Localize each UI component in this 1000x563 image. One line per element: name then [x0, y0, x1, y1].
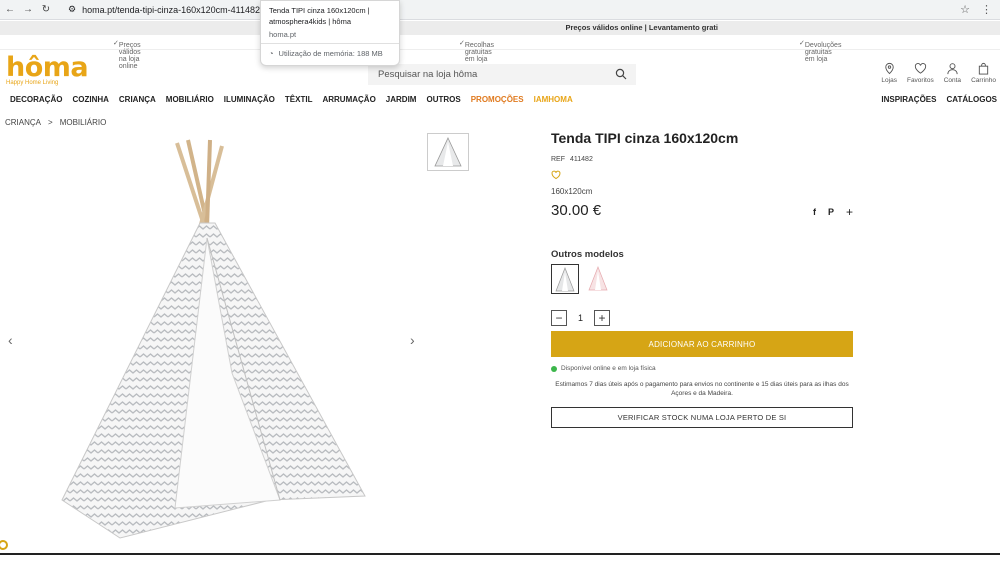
- quantity-stepper: − 1 +: [551, 310, 610, 326]
- product-ref: REF 411482: [551, 156, 593, 163]
- quantity-value[interactable]: 1: [567, 313, 594, 323]
- add-to-cart-button[interactable]: ADICIONAR AO CARRINHO: [551, 331, 853, 357]
- breadcrumb-crianca[interactable]: CRIANÇA: [5, 118, 41, 127]
- nav-item-mobiliario[interactable]: MOBILIÁRIO: [166, 95, 214, 104]
- user-icon: [947, 63, 958, 75]
- nav-item-inspiracoes[interactable]: INSPIRAÇÕES: [881, 95, 936, 104]
- forward-icon[interactable]: →: [20, 4, 36, 15]
- stores-link[interactable]: Lojas: [881, 62, 897, 84]
- check-store-stock-button[interactable]: VERIFICAR STOCK NUMA LOJA PERTO DE SI: [551, 407, 853, 428]
- pinterest-icon[interactable]: P: [828, 207, 834, 217]
- heart-icon: [914, 63, 926, 74]
- main-nav: DECORAÇÃO COZINHA CRIANÇA MOBILIÁRIO ILU…: [0, 95, 1000, 107]
- product-details: Tenda TIPI cinza 160x120cm REF 411482 16…: [551, 130, 853, 428]
- model-option-pink[interactable]: [585, 264, 613, 294]
- nav-item-textil[interactable]: TÊXTIL: [285, 95, 313, 104]
- nav-item-arrumacao[interactable]: ARRUMAÇÃO: [322, 95, 375, 104]
- breadcrumb-separator: >: [48, 118, 53, 127]
- model-option-grey[interactable]: [551, 264, 579, 294]
- product-title: Tenda TIPI cinza 160x120cm: [551, 130, 739, 146]
- add-to-favorites-button[interactable]: [551, 167, 853, 180]
- cart-link[interactable]: Carrinho: [971, 62, 996, 84]
- search-icon[interactable]: [615, 68, 627, 80]
- benefits-bar: ✓ Preços válidos na loja online ✓ Recolh…: [0, 36, 1000, 70]
- nav-item-decoracao[interactable]: DECORAÇÃO: [10, 95, 62, 104]
- product-price: 30.00 €: [551, 202, 602, 219]
- product-size: 160x120cm: [551, 187, 593, 196]
- promo-bar: Preços válidos online | Levantamento gra…: [0, 21, 1000, 35]
- nav-item-iamhoma[interactable]: IAMHOMA: [534, 95, 573, 104]
- tab-title: Tenda TIPI cinza 160x120cm | atmosphera4…: [269, 6, 370, 26]
- memory-icon: ◔: [269, 49, 274, 58]
- address-bar[interactable]: ⚙ homa.pt/tenda-tipi-cinza-160x120cm-411…: [68, 4, 280, 15]
- memory-usage: ◔ Utilização de memória: 188 MB: [261, 43, 399, 58]
- url-text: homa.pt/tenda-tipi-cinza-160x120cm-41148…: [82, 4, 280, 15]
- next-image-arrow[interactable]: ›: [410, 332, 415, 348]
- breadcrumb-mobiliario[interactable]: MOBILIÁRIO: [60, 118, 107, 127]
- nav-item-outros[interactable]: OUTROS: [426, 95, 460, 104]
- delivery-estimate: Estimamos 7 dias úteis após o pagamento …: [555, 381, 849, 397]
- product-gallery: ‹ ›: [0, 128, 430, 553]
- other-models-label: Outros modelos: [551, 249, 624, 260]
- prev-image-arrow[interactable]: ‹: [8, 332, 13, 348]
- benefit-item: ✓ Recolhas gratuitas em loja: [459, 40, 495, 63]
- favorites-link[interactable]: Favoritos: [907, 62, 934, 84]
- tab-hover-card: Tenda TIPI cinza 160x120cm | atmosphera4…: [260, 0, 400, 66]
- search-input[interactable]: Pesquisar na loja hôma: [368, 64, 636, 85]
- heart-icon: [551, 170, 561, 180]
- page-bottom-divider: [0, 553, 1000, 563]
- facebook-icon[interactable]: f: [813, 207, 816, 217]
- site-info-icon[interactable]: ⚙: [68, 4, 76, 15]
- back-icon[interactable]: ←: [2, 4, 18, 15]
- share-links: f P +: [813, 206, 853, 218]
- plus-icon[interactable]: +: [846, 206, 853, 218]
- nav-item-jardim[interactable]: JARDIM: [386, 95, 417, 104]
- nav-item-cozinha[interactable]: COZINHA: [72, 95, 108, 104]
- bookmark-star-icon[interactable]: ☆: [960, 3, 970, 16]
- available-dot-icon: [551, 365, 557, 372]
- availability-status: Disponível online e em loja física: [551, 365, 656, 372]
- product-image: [61, 139, 366, 539]
- homa-logo[interactable]: hôma Happy Home Living: [6, 54, 90, 88]
- benefit-item: ✓ Preços válidos na loja online: [113, 40, 141, 70]
- tab-domain: homa.pt: [269, 30, 297, 39]
- search-placeholder: Pesquisar na loja hôma: [378, 69, 478, 80]
- increase-quantity-button[interactable]: +: [594, 310, 610, 326]
- menu-icon[interactable]: ⋮: [981, 3, 992, 16]
- nav-item-promocoes[interactable]: PROMOÇÕES: [471, 95, 524, 104]
- accessibility-icon[interactable]: [0, 538, 10, 550]
- decrease-quantity-button[interactable]: −: [551, 310, 567, 326]
- reload-icon[interactable]: ↻: [38, 4, 54, 15]
- location-pin-icon: [885, 62, 894, 75]
- bag-icon: [978, 62, 989, 75]
- nav-item-catalogos[interactable]: CATÁLOGOS: [946, 95, 997, 104]
- gallery-thumbnail[interactable]: [427, 133, 469, 171]
- benefit-item: ✓ Devoluções gratuitas em loja: [799, 40, 842, 63]
- nav-item-iluminacao[interactable]: ILUMINAÇÃO: [224, 95, 275, 104]
- user-actions: Lojas Favoritos Conta Carrinho: [881, 62, 996, 84]
- account-link[interactable]: Conta: [944, 62, 961, 84]
- breadcrumb: CRIANÇA > MOBILIÁRIO: [5, 118, 106, 127]
- nav-item-crianca[interactable]: CRIANÇA: [119, 95, 156, 104]
- browser-toolbar: ← → ↻ ⚙ homa.pt/tenda-tipi-cinza-160x120…: [0, 0, 1000, 20]
